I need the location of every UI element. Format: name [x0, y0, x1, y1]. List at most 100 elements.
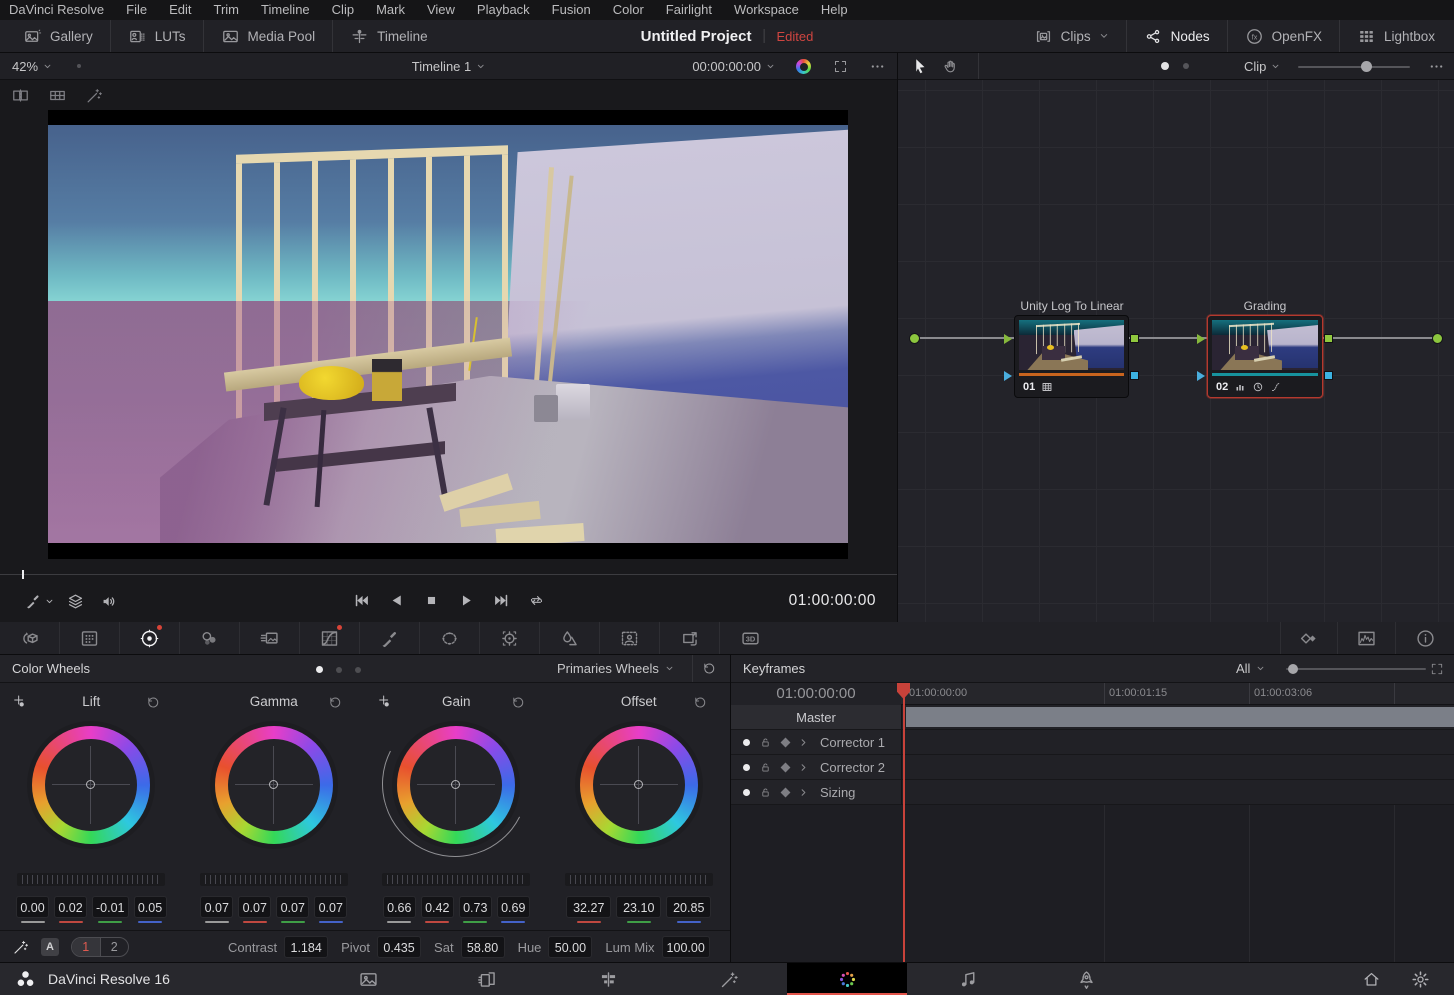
- pivot-value-field[interactable]: 0.435: [377, 936, 421, 958]
- node-graph-canvas[interactable]: Unity Log To Linear Grading 01: [898, 80, 1454, 622]
- menu-workspace[interactable]: Workspace: [723, 0, 810, 20]
- keyframes-zoom-slider[interactable]: [1286, 668, 1426, 670]
- color-wheel-control[interactable]: [381, 714, 531, 864]
- skip-start-button[interactable]: [353, 592, 370, 609]
- expand-panel-icon[interactable]: [1430, 662, 1444, 676]
- color-wheels-tool[interactable]: [120, 622, 180, 654]
- wheel-reset-icon[interactable]: [693, 695, 708, 710]
- page-2-button[interactable]: 2: [101, 938, 129, 956]
- wheel-value-field[interactable]: 32.27: [566, 896, 611, 918]
- rgb-output-connector[interactable]: [1130, 334, 1139, 343]
- master-track-bar[interactable]: [906, 707, 1454, 727]
- menu-trim[interactable]: Trim: [203, 0, 251, 20]
- menu-color[interactable]: Color: [602, 0, 655, 20]
- menu-davinci-resolve[interactable]: DaVinci Resolve: [0, 0, 115, 20]
- home-icon[interactable]: [1362, 970, 1381, 989]
- stop-button[interactable]: [423, 592, 440, 609]
- wheel-value-field[interactable]: 0.02: [54, 896, 87, 918]
- toolbar-lightbox-button[interactable]: Lightbox: [1340, 20, 1452, 52]
- key-tool[interactable]: [600, 622, 660, 654]
- slider-handle[interactable]: [1288, 664, 1298, 674]
- panel-pagination[interactable]: [316, 666, 361, 673]
- wheel-value-field[interactable]: 0.07: [238, 896, 271, 918]
- rgb-output-connector[interactable]: [1324, 334, 1333, 343]
- wheel-value-field[interactable]: 0.66: [383, 896, 416, 918]
- track-enable-dot[interactable]: [743, 789, 750, 796]
- key-output-connector[interactable]: [1324, 371, 1333, 380]
- node-mode-select[interactable]: Clip: [1244, 53, 1280, 79]
- timeline-select[interactable]: Timeline 1: [412, 53, 485, 79]
- menu-clip[interactable]: Clip: [321, 0, 365, 20]
- motion-effects-tool[interactable]: [240, 622, 300, 654]
- page-fusion[interactable]: [674, 963, 784, 995]
- hue-value-field[interactable]: 50.00: [548, 936, 592, 958]
- rgb-mixer-tool[interactable]: [180, 622, 240, 654]
- wheels-mode-select[interactable]: Primaries Wheels: [557, 655, 674, 682]
- keyframes-ruler[interactable]: 01:00:00:00 01:00:00:00 01:00:01:15 01:0…: [731, 683, 1454, 705]
- toolbar-timeline-button[interactable]: Timeline: [333, 20, 445, 52]
- lock-icon[interactable]: [759, 761, 772, 774]
- node-indicator-dot[interactable]: [1183, 63, 1189, 69]
- wheel-master-slider[interactable]: [565, 873, 713, 886]
- auto-color-icon[interactable]: [12, 938, 30, 956]
- wheel-value-field[interactable]: 0.00: [16, 896, 49, 918]
- camera-raw-tool[interactable]: [0, 622, 60, 654]
- page-deliver[interactable]: [1031, 963, 1141, 995]
- color-wheel-control[interactable]: [16, 714, 166, 864]
- track-corrector-1[interactable]: Corrector 1: [731, 730, 1454, 755]
- grid-view-icon[interactable]: [47, 86, 68, 105]
- node-02[interactable]: 02: [1207, 315, 1323, 398]
- node-zoom-slider[interactable]: [1298, 66, 1410, 68]
- keyframes-tool[interactable]: [1280, 622, 1338, 654]
- tracker-tool[interactable]: [480, 622, 540, 654]
- enhanced-viewer-icon[interactable]: [84, 86, 105, 105]
- wheel-master-slider[interactable]: [200, 873, 348, 886]
- menu-help[interactable]: Help: [810, 0, 859, 20]
- toolbar-gallery-button[interactable]: Gallery: [6, 20, 111, 52]
- wheel-master-slider[interactable]: [382, 873, 530, 886]
- blur-tool[interactable]: [540, 622, 600, 654]
- wheel-puck[interactable]: [269, 780, 278, 789]
- track-enable-dot[interactable]: [743, 764, 750, 771]
- keyframes-filter-select[interactable]: All: [1236, 655, 1265, 682]
- wheel-value-field[interactable]: 0.42: [421, 896, 454, 918]
- sizing-tool[interactable]: [660, 622, 720, 654]
- wheel-value-field[interactable]: 0.07: [314, 896, 347, 918]
- stereo-3d-tool[interactable]: 3D: [720, 622, 780, 654]
- wheel-value-field[interactable]: 0.05: [134, 896, 167, 918]
- info-tool[interactable]: [1396, 622, 1454, 654]
- loop-button[interactable]: [528, 592, 545, 609]
- node-indicator-dot[interactable]: [1161, 62, 1169, 70]
- wheel-reset-icon[interactable]: [328, 695, 343, 710]
- lum-mix-value-field[interactable]: 100.00: [662, 936, 710, 958]
- curves-tool[interactable]: [300, 622, 360, 654]
- page-edit[interactable]: [553, 963, 663, 995]
- color-viewer-toggle-icon[interactable]: [796, 59, 811, 74]
- keyframe-diamond-icon[interactable]: [781, 762, 791, 772]
- wheel-value-field[interactable]: 0.07: [276, 896, 309, 918]
- keyframe-diamond-icon[interactable]: [781, 787, 791, 797]
- track-sizing[interactable]: Sizing: [731, 780, 1454, 805]
- track-master[interactable]: Master: [731, 705, 1454, 730]
- page-fairlight[interactable]: [913, 963, 1023, 995]
- scrub-playhead[interactable]: [22, 570, 24, 579]
- wheel-reset-icon[interactable]: [511, 695, 526, 710]
- node-options-icon[interactable]: [1429, 59, 1444, 74]
- toolbar-clips-button[interactable]: Clips: [1017, 20, 1127, 52]
- contrast-value-field[interactable]: 1.184: [284, 936, 328, 958]
- key-input-connector[interactable]: [1004, 371, 1012, 381]
- keyframes-playhead[interactable]: [903, 683, 905, 962]
- page-cut[interactable]: [432, 963, 542, 995]
- chevron-right-icon[interactable]: [798, 762, 809, 773]
- color-wheel-control[interactable]: [564, 714, 714, 864]
- reset-all-icon[interactable]: [702, 661, 717, 676]
- toolbar-nodes-button[interactable]: Nodes: [1127, 20, 1228, 52]
- menu-fairlight[interactable]: Fairlight: [655, 0, 723, 20]
- track-enable-dot[interactable]: [743, 739, 750, 746]
- viewer-zoom-select[interactable]: 42%: [12, 53, 52, 79]
- wheel-value-field[interactable]: 20.85: [666, 896, 711, 918]
- page-color[interactable]: [787, 963, 907, 995]
- track-corrector-2[interactable]: Corrector 2: [731, 755, 1454, 780]
- rgb-input-connector[interactable]: [1197, 334, 1205, 344]
- toolbar-openfx-button[interactable]: fxOpenFX: [1228, 20, 1340, 52]
